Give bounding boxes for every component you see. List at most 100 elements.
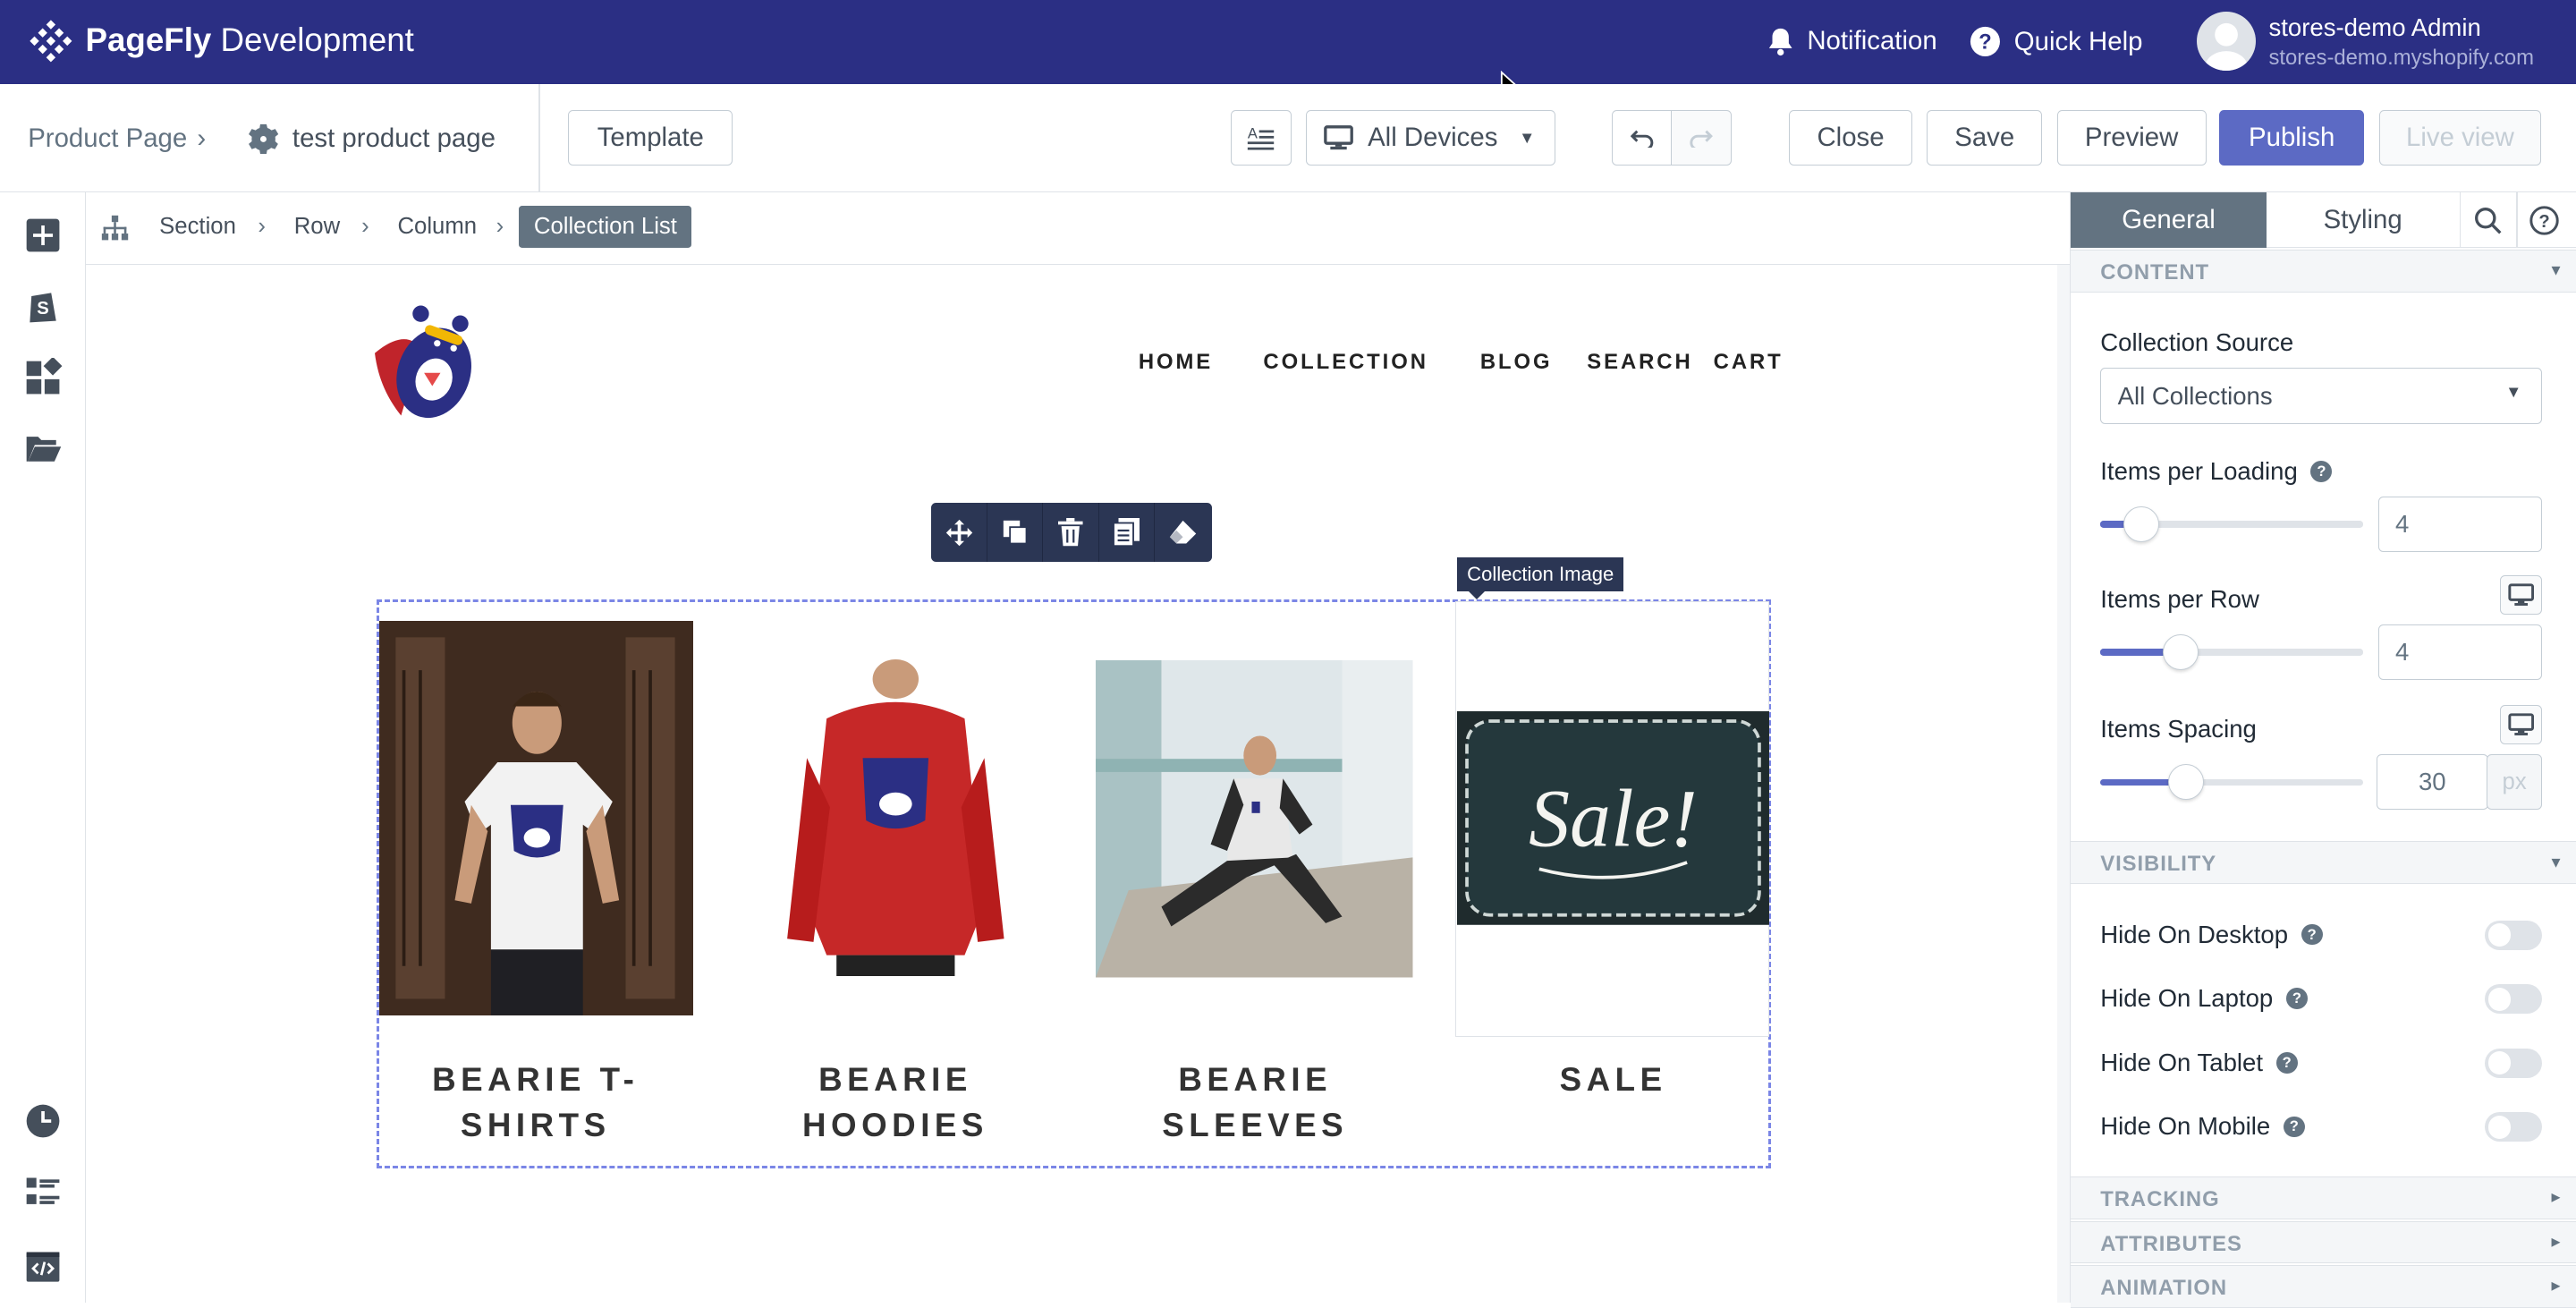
- nav-cart[interactable]: CART: [1714, 350, 1784, 375]
- hide-mobile-toggle[interactable]: [2485, 1112, 2543, 1142]
- collection-title-tshirts[interactable]: BEARIE T- SHIRTS: [375, 1057, 697, 1149]
- items-spacing-unit[interactable]: px: [2486, 754, 2543, 811]
- preview-button[interactable]: Preview: [2056, 110, 2207, 166]
- code-editor-icon[interactable]: [23, 1247, 63, 1287]
- attributes-section-header[interactable]: ATTRIBUTES ▸: [2071, 1220, 2576, 1264]
- search-icon[interactable]: [2473, 206, 2503, 235]
- items-per-row-slider[interactable]: [2100, 633, 2364, 671]
- device-select[interactable]: All Devices ▼: [1306, 110, 1556, 166]
- hide-tablet-toggle[interactable]: [2485, 1048, 2543, 1078]
- content-section-header[interactable]: CONTENT ▾: [2071, 250, 2576, 293]
- crumb-column[interactable]: Column: [397, 214, 477, 240]
- widgets-icon[interactable]: [23, 358, 63, 397]
- visibility-section-header[interactable]: VISIBILITY ▾: [2071, 841, 2576, 885]
- tab-general[interactable]: General: [2071, 191, 2267, 249]
- canvas-scrollbar[interactable]: [2056, 264, 2071, 1304]
- tab-styling[interactable]: Styling: [2267, 191, 2461, 249]
- text-format-button[interactable]: A: [1230, 110, 1292, 166]
- collection-source-label: Collection Source: [2100, 328, 2294, 357]
- save-as-button[interactable]: [1099, 503, 1156, 563]
- crumb-collection-list[interactable]: Collection List: [519, 205, 692, 249]
- notification-button[interactable]: Notification: [1767, 26, 1937, 56]
- sale-sign-text: Sale!: [1529, 773, 1698, 864]
- collection-image-sale[interactable]: Sale!: [1457, 711, 1770, 926]
- hide-laptop-label: Hide On Laptop?: [2100, 984, 2308, 1013]
- help-icon[interactable]: ?: [2301, 923, 2323, 946]
- page-canvas[interactable]: HOME COLLECTION BLOG SEARCH CART Collect…: [85, 264, 2057, 1304]
- element-breadcrumb-bar: Section › Row › Column › Collection List: [85, 191, 2071, 265]
- gear-icon[interactable]: [248, 123, 279, 155]
- collection-image-tshirts[interactable]: [379, 621, 694, 1016]
- device-toggle-button[interactable]: [2499, 574, 2543, 615]
- caret-right-icon: ▸: [2551, 1276, 2561, 1296]
- hide-desktop-toggle[interactable]: [2485, 920, 2543, 950]
- collection-image-sleeves[interactable]: [1096, 660, 1413, 978]
- collection-title-sale[interactable]: SALE: [1453, 1057, 1775, 1102]
- animation-section-header[interactable]: ANIMATION ▸: [2071, 1265, 2576, 1308]
- nav-blog[interactable]: BLOG: [1480, 350, 1553, 375]
- items-per-loading-input[interactable]: 4: [2377, 496, 2543, 553]
- items-spacing-slider[interactable]: [2100, 764, 2364, 801]
- items-spacing-input[interactable]: 30: [2376, 754, 2488, 811]
- user-name: stores-demo Admin: [2268, 13, 2481, 41]
- sleeves-photo: [1096, 660, 1413, 978]
- caret-right-icon: ▸: [2551, 1231, 2561, 1252]
- nav-search[interactable]: SEARCH: [1587, 350, 1692, 375]
- properties-panel: General Styling ? CONTENT ▾ Collection S…: [2070, 191, 2576, 1308]
- device-toggle-button[interactable]: [2499, 704, 2543, 745]
- hide-mobile-label: Hide On Mobile?: [2100, 1112, 2305, 1141]
- hide-laptop-toggle[interactable]: [2485, 984, 2543, 1015]
- redo-button[interactable]: [1670, 110, 1732, 166]
- live-view-button[interactable]: Live view: [2378, 110, 2542, 166]
- undo-button[interactable]: [1611, 110, 1673, 166]
- quick-help-button[interactable]: ? Quick Help: [1970, 26, 2142, 57]
- publish-button[interactable]: Publish: [2219, 110, 2364, 166]
- help-icon[interactable]: ?: [2529, 205, 2559, 235]
- layers-list-icon[interactable]: [23, 1173, 63, 1212]
- caret-down-icon: ▼: [2505, 382, 2522, 402]
- help-icon[interactable]: ?: [2310, 460, 2333, 482]
- save-button[interactable]: Save: [1927, 110, 2042, 166]
- history-clock-icon[interactable]: [23, 1101, 63, 1141]
- left-sidebar: S: [0, 191, 86, 1304]
- duplicate-button[interactable]: [987, 503, 1044, 563]
- tracking-section-header[interactable]: TRACKING ▸: [2071, 1176, 2576, 1219]
- svg-text:A: A: [1248, 125, 1258, 142]
- add-element-icon[interactable]: [23, 216, 63, 255]
- help-icon[interactable]: ?: [2283, 1116, 2305, 1138]
- duplicate-icon: [1003, 521, 1028, 545]
- caret-down-icon: ▾: [2551, 852, 2561, 872]
- shopify-icon[interactable]: S: [23, 286, 63, 326]
- items-per-loading-label: Items per Loading?: [2100, 457, 2333, 486]
- redo-icon: [1690, 130, 1713, 149]
- breadcrumb-product-page[interactable]: Product Page: [28, 123, 187, 154]
- template-button[interactable]: Template: [568, 110, 733, 166]
- sitemap-icon[interactable]: [100, 214, 130, 243]
- crumb-row[interactable]: Row: [294, 214, 340, 240]
- crumb-section[interactable]: Section: [159, 214, 236, 240]
- collection-title-hoodies[interactable]: BEARIE HOODIES: [734, 1057, 1056, 1149]
- panel-tabs: General Styling ?: [2071, 191, 2576, 249]
- delete-button[interactable]: [1043, 503, 1099, 563]
- slider-handle[interactable]: [2163, 633, 2199, 671]
- help-icon[interactable]: ?: [2275, 1051, 2298, 1074]
- items-per-loading-slider[interactable]: [2100, 505, 2364, 543]
- caret-down-icon: ▼: [1519, 128, 1536, 148]
- slider-handle[interactable]: [2123, 505, 2160, 543]
- app-title: PageFly Development: [85, 21, 414, 58]
- nav-home[interactable]: HOME: [1139, 350, 1213, 375]
- collection-image-hoodies[interactable]: [737, 658, 1055, 976]
- items-per-row-input[interactable]: 4: [2377, 624, 2543, 681]
- slider-handle[interactable]: [2167, 764, 2204, 801]
- store-logo[interactable]: [365, 301, 493, 426]
- collection-source-select[interactable]: All Collections ▼: [2100, 368, 2543, 424]
- close-button[interactable]: Close: [1789, 110, 1912, 166]
- avatar[interactable]: [2196, 11, 2256, 71]
- page-name: test product page: [292, 123, 496, 153]
- help-icon[interactable]: ?: [2285, 988, 2308, 1010]
- nav-collection[interactable]: COLLECTION: [1263, 350, 1428, 375]
- folder-icon[interactable]: [23, 429, 63, 468]
- collection-title-sleeves[interactable]: BEARIE SLEEVES: [1094, 1057, 1416, 1149]
- style-button[interactable]: [1155, 503, 1210, 562]
- move-button[interactable]: [931, 503, 987, 563]
